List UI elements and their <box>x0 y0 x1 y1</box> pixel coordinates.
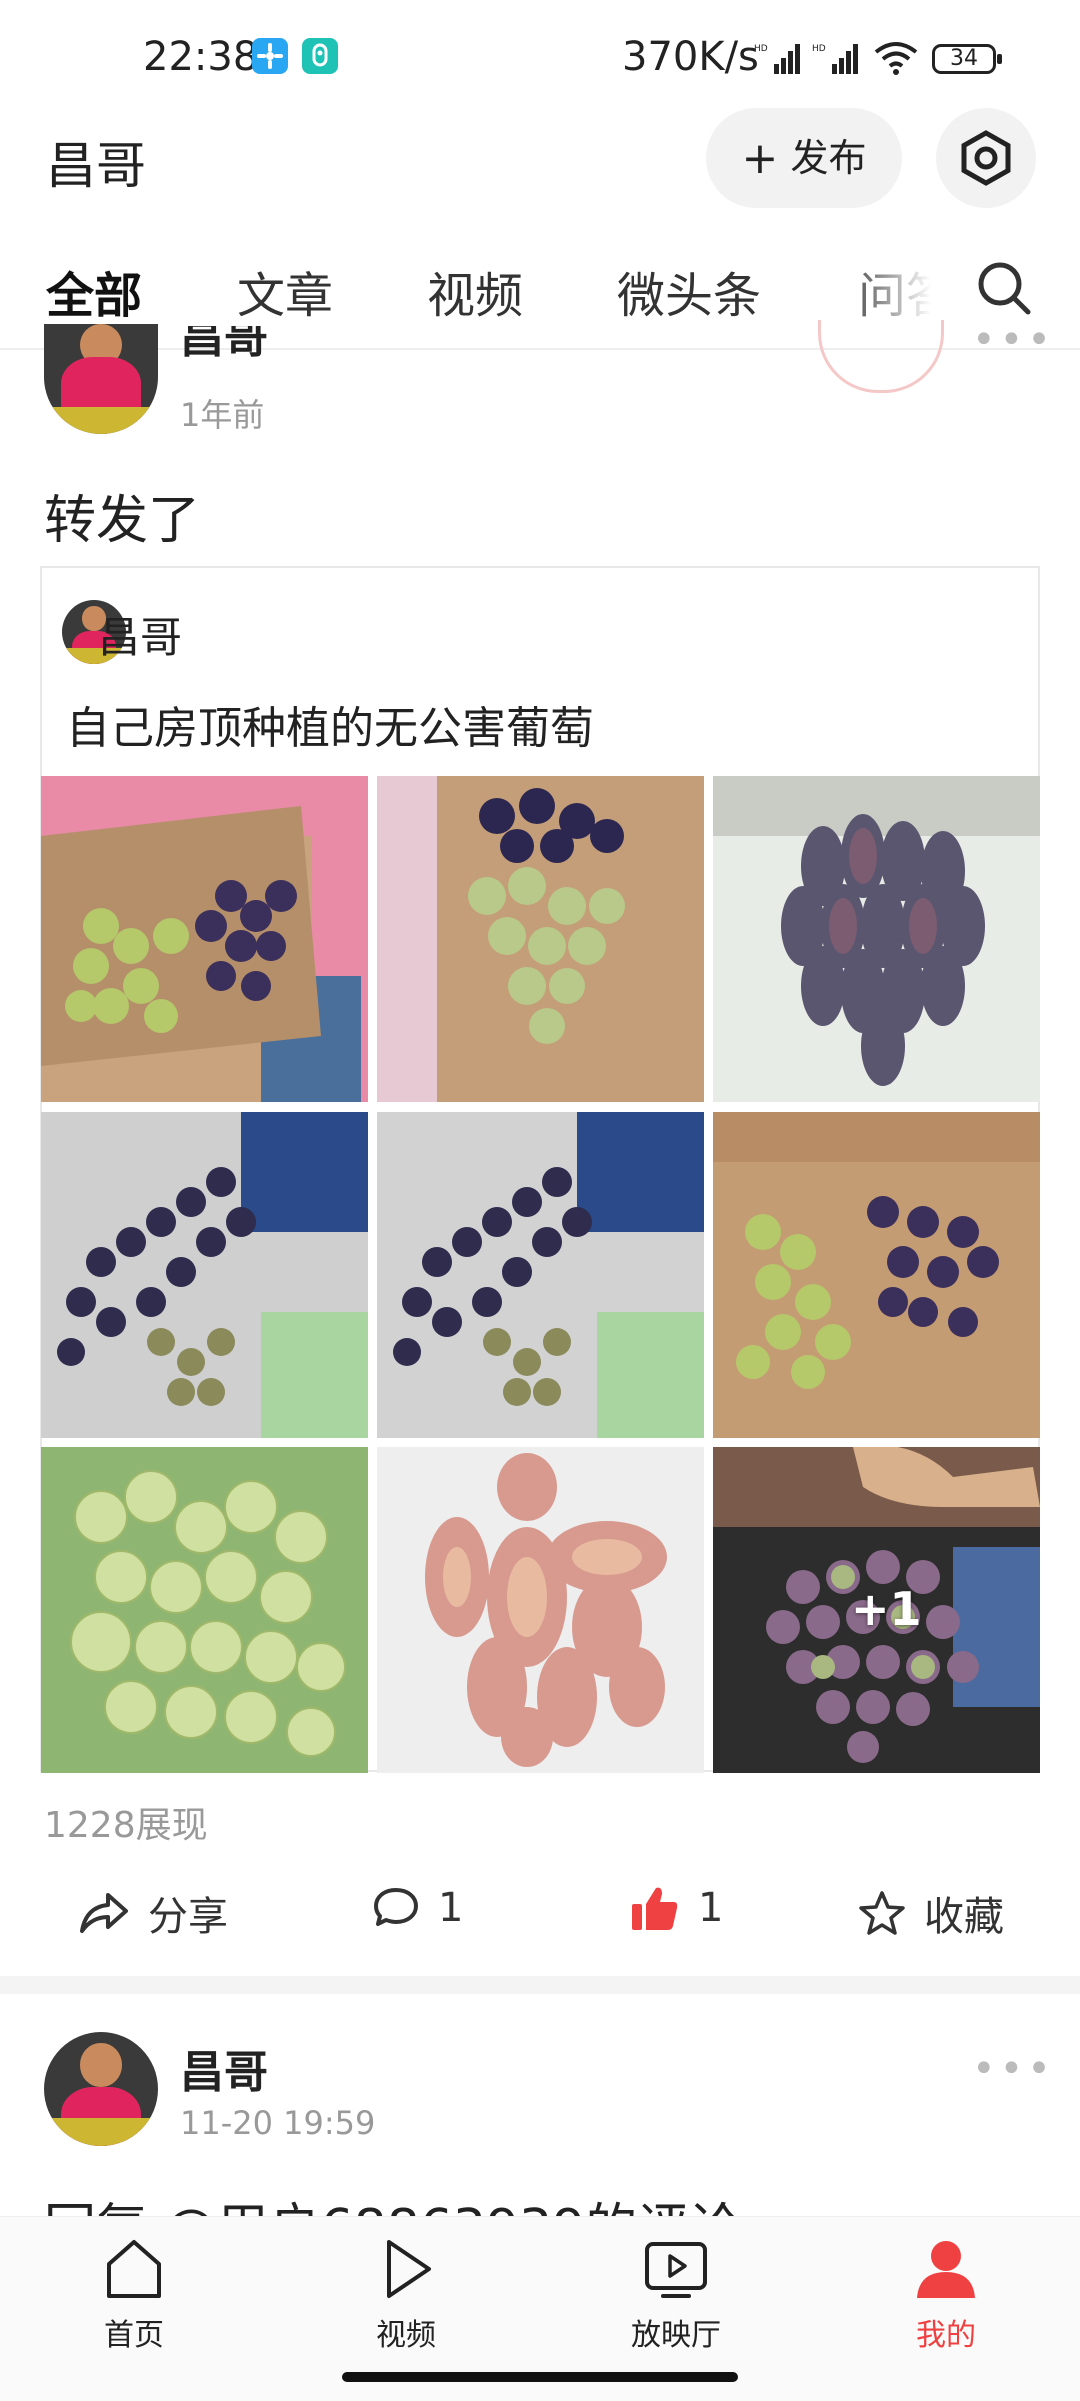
settings-icon <box>961 130 1011 186</box>
tab-all[interactable]: 全部 <box>46 256 142 326</box>
status-time: 22:38 <box>143 34 259 80</box>
network-speed: 370K/s <box>622 34 759 80</box>
like-button[interactable]: 1 <box>630 1884 723 1932</box>
grape-photo[interactable] <box>41 1447 368 1773</box>
signal-icon: HD <box>754 44 800 74</box>
home-icon <box>107 2240 161 2298</box>
comment-button[interactable]: 1 <box>372 1884 463 1932</box>
repost-text: 自己房顶种植的无公害葡萄 <box>66 703 594 754</box>
signal-icon: HD <box>812 44 858 74</box>
theater-icon <box>645 2242 707 2298</box>
play-icon <box>387 2240 431 2298</box>
settings-button[interactable] <box>936 108 1036 208</box>
view-count: 1228展现 <box>44 1805 208 1846</box>
grape-photo[interactable] <box>41 776 368 1102</box>
svg-text:HD: HD <box>812 44 826 54</box>
thumbs-up-icon <box>632 1887 678 1930</box>
plus-icon: + <box>741 133 779 184</box>
tab-videos[interactable]: 视频 <box>427 256 523 326</box>
nav-home[interactable]: 首页 <box>54 2236 214 2354</box>
repost-author[interactable]: 昌哥 <box>98 604 182 665</box>
page-title: 昌哥 <box>46 137 146 195</box>
post-text: 转发了 <box>44 491 201 551</box>
avatar[interactable] <box>44 324 158 434</box>
location-icon <box>302 38 338 74</box>
comment-count: 1 <box>438 1885 464 1931</box>
favorite-label: 收藏 <box>924 1894 1004 1940</box>
nav-theater-label: 放映厅 <box>631 2318 721 2353</box>
battery-icon: 34 <box>932 44 1002 74</box>
grape-photo[interactable] <box>713 1112 1040 1438</box>
grape-photo[interactable] <box>713 776 1040 1102</box>
nav-theater[interactable]: 放映厅 <box>596 2236 756 2354</box>
share-button[interactable]: 分享 <box>78 1884 228 1942</box>
post-time: 1年前 <box>180 396 265 434</box>
stamp-badge <box>818 320 944 393</box>
wifi-icon <box>874 42 918 75</box>
svg-text:HD: HD <box>754 44 768 54</box>
grape-photo[interactable] <box>377 776 704 1102</box>
post-separator <box>0 1976 1080 1994</box>
tab-micro-posts[interactable]: 微头条 <box>617 256 761 326</box>
more-icon[interactable]: ••• <box>972 2046 1055 2092</box>
publish-label: 发布 <box>790 136 867 180</box>
fan-icon <box>252 38 288 74</box>
grape-photo[interactable] <box>377 1112 704 1438</box>
star-icon <box>859 1891 905 1935</box>
nav-video[interactable]: 视频 <box>326 2236 486 2354</box>
publish-button[interactable]: + 发布 <box>706 108 902 208</box>
share-label: 分享 <box>148 1894 228 1940</box>
nav-home-label: 首页 <box>104 2318 164 2353</box>
profile-icon <box>917 2241 975 2298</box>
avatar[interactable] <box>44 2032 158 2146</box>
more-icon[interactable]: ••• <box>972 330 1055 360</box>
search-icon[interactable] <box>974 258 1034 318</box>
like-count: 1 <box>698 1885 724 1931</box>
home-indicator <box>342 2372 738 2382</box>
comment-icon <box>374 1888 418 1926</box>
more-images-count: +1 <box>851 1582 922 1636</box>
grape-photo[interactable]: +1 <box>713 1447 1040 1773</box>
grape-photo[interactable] <box>41 1112 368 1438</box>
nav-profile-label: 我的 <box>916 2318 976 2353</box>
share-icon <box>80 1893 128 1933</box>
favorite-button[interactable]: 收藏 <box>858 1884 1004 1942</box>
grape-photo[interactable] <box>377 1447 704 1773</box>
nav-profile[interactable]: 我的 <box>866 2236 1026 2354</box>
tab-fade <box>840 240 970 330</box>
post-author[interactable]: 昌哥 <box>180 326 268 370</box>
nav-video-label: 视频 <box>376 2318 436 2353</box>
tab-articles[interactable]: 文章 <box>237 256 333 326</box>
post-author[interactable]: 昌哥 <box>180 2036 268 2100</box>
post-time: 11-20 19:59 <box>180 2104 376 2142</box>
